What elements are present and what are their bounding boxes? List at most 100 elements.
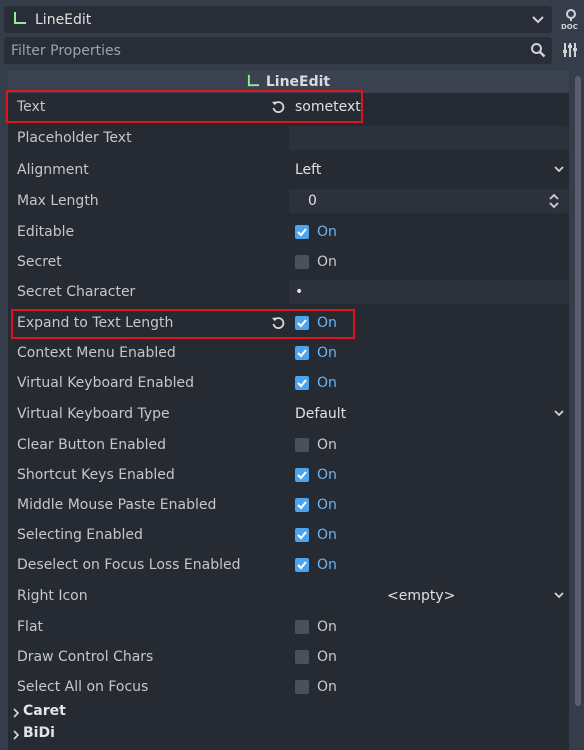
virtual-keyboard-type-dropdown[interactable]: Default: [295, 406, 346, 422]
subsection-caret[interactable]: Caret: [8, 700, 569, 722]
property-label: Virtual Keyboard Enabled: [17, 375, 195, 391]
property-label: Middle Mouse Paste Enabled: [17, 497, 217, 513]
property-row-placeholder-text: Placeholder Text: [8, 123, 569, 153]
property-row-secret-character: Secret Character •: [8, 277, 569, 307]
checkbox-label: On: [317, 557, 337, 573]
section-header-lineedit[interactable]: LineEdit: [8, 71, 569, 93]
property-label: Right Icon: [17, 588, 88, 604]
clear-button-enabled-checkbox[interactable]: [295, 438, 309, 452]
node-type-label: LineEdit: [35, 11, 92, 28]
tools-icon[interactable]: [562, 41, 578, 63]
svg-text:DOC: DOC: [561, 23, 578, 30]
max-length-spinbox[interactable]: [289, 189, 569, 213]
placeholder-text-input[interactable]: [289, 126, 569, 150]
chevron-down-icon[interactable]: [530, 11, 546, 31]
property-row-virtual-keyboard-enabled: Virtual Keyboard Enabled On: [8, 368, 569, 398]
checkbox-label: On: [317, 375, 337, 391]
property-label: Expand to Text Length: [17, 315, 174, 331]
property-row-shortcut-keys-enabled: Shortcut Keys Enabled On: [8, 460, 569, 490]
property-row-select-all-on-focus: Select All on Focus On: [8, 672, 569, 702]
checkbox-label: On: [317, 437, 337, 453]
property-row-middle-mouse-paste-enabled: Middle Mouse Paste Enabled On: [8, 490, 569, 520]
deselect-on-focus-loss-enabled-checkbox[interactable]: [295, 558, 309, 572]
property-label: Secret: [17, 254, 62, 270]
context-menu-enabled-checkbox[interactable]: [295, 346, 309, 360]
property-row-max-length: Max Length 0: [8, 186, 569, 216]
property-row-draw-control-chars: Draw Control Chars On: [8, 642, 569, 672]
middle-mouse-paste-enabled-checkbox[interactable]: [295, 498, 309, 512]
property-row-secret: Secret On: [8, 247, 569, 277]
scrollbar-thumb[interactable]: [575, 76, 581, 706]
checkbox-label: On: [317, 224, 337, 240]
subsection-bidi[interactable]: BiDi: [8, 722, 569, 744]
property-label: Text: [17, 99, 46, 115]
property-label: Shortcut Keys Enabled: [17, 467, 175, 483]
editable-checkbox[interactable]: [295, 225, 309, 239]
filter-placeholder: Filter Properties: [11, 42, 121, 59]
property-row-deselect-on-focus-loss-enabled: Deselect on Focus Loss Enabled On: [8, 550, 569, 580]
checkbox-label: On: [317, 527, 337, 543]
checkbox-label: On: [317, 497, 337, 513]
property-label: Alignment: [17, 162, 89, 178]
revert-icon[interactable]: [271, 100, 285, 118]
filter-properties-input[interactable]: Filter Properties: [4, 37, 552, 64]
virtual-keyboard-enabled-checkbox[interactable]: [295, 376, 309, 390]
checkbox-label: On: [317, 345, 337, 361]
draw-control-chars-checkbox[interactable]: [295, 650, 309, 664]
property-label: Clear Button Enabled: [17, 437, 166, 453]
chevron-right-icon: [12, 728, 20, 744]
property-row-alignment: Alignment Left: [8, 155, 569, 185]
property-label: Draw Control Chars: [17, 649, 154, 665]
doc-icon[interactable]: DOC: [561, 8, 581, 31]
property-row-selecting-enabled: Selecting Enabled On: [8, 520, 569, 550]
property-row-expand-to-text-length: Expand to Text Length On: [8, 308, 569, 338]
subsection-label: BiDi: [23, 725, 55, 741]
flat-checkbox[interactable]: [295, 620, 309, 634]
checkbox-label: On: [317, 619, 337, 635]
property-label: Max Length: [17, 193, 99, 209]
max-length-value[interactable]: 0: [308, 193, 317, 209]
property-row-clear-button-enabled: Clear Button Enabled On: [8, 430, 569, 460]
secret-checkbox[interactable]: [295, 255, 309, 269]
selecting-enabled-checkbox[interactable]: [295, 528, 309, 542]
checkbox-label: On: [317, 649, 337, 665]
select-all-on-focus-checkbox[interactable]: [295, 680, 309, 694]
property-label: Editable: [17, 224, 75, 240]
alignment-dropdown[interactable]: Left: [295, 162, 321, 178]
property-row-right-icon: Right Icon <empty>: [8, 581, 569, 611]
property-label: Deselect on Focus Loss Enabled: [17, 557, 241, 573]
chevron-down-icon[interactable]: [553, 163, 565, 179]
property-label: Placeholder Text: [17, 130, 132, 146]
property-label: Select All on Focus: [17, 679, 149, 695]
property-panel: LineEdit Text sometext Placeholder Text …: [8, 71, 569, 750]
revert-icon[interactable]: [271, 316, 285, 334]
property-label: Flat: [17, 619, 44, 635]
property-label: Context Menu Enabled: [17, 345, 176, 361]
node-selector[interactable]: LineEdit: [4, 6, 552, 33]
shortcut-keys-enabled-checkbox[interactable]: [295, 468, 309, 482]
section-title: LineEdit: [265, 74, 331, 90]
property-row-text: Text sometext: [8, 92, 569, 122]
secret-character-input[interactable]: [289, 280, 569, 304]
checkbox-label: On: [317, 315, 337, 331]
property-label: Secret Character: [17, 284, 136, 300]
checkbox-label: On: [317, 467, 337, 483]
right-icon-resource-picker[interactable]: <empty>: [387, 588, 455, 604]
chevron-right-icon: [12, 706, 20, 722]
expand-to-text-length-checkbox[interactable]: [295, 316, 309, 330]
search-icon: [530, 42, 546, 62]
checkbox-label: On: [317, 679, 337, 695]
spin-arrows-icon[interactable]: [548, 193, 560, 213]
chevron-down-icon[interactable]: [553, 407, 565, 423]
inspector-topbar: LineEdit DOC Filter Properties: [0, 0, 584, 64]
property-label: Selecting Enabled: [17, 527, 143, 543]
lineedit-icon: [13, 11, 27, 29]
secret-character-value[interactable]: •: [295, 284, 303, 300]
property-row-editable: Editable On: [8, 217, 569, 247]
property-row-flat: Flat On: [8, 612, 569, 642]
property-label: Virtual Keyboard Type: [17, 406, 170, 422]
text-value[interactable]: sometext: [295, 99, 361, 115]
subsection-label: Caret: [23, 703, 66, 719]
lineedit-icon: [247, 74, 260, 91]
chevron-down-icon[interactable]: [553, 589, 565, 605]
